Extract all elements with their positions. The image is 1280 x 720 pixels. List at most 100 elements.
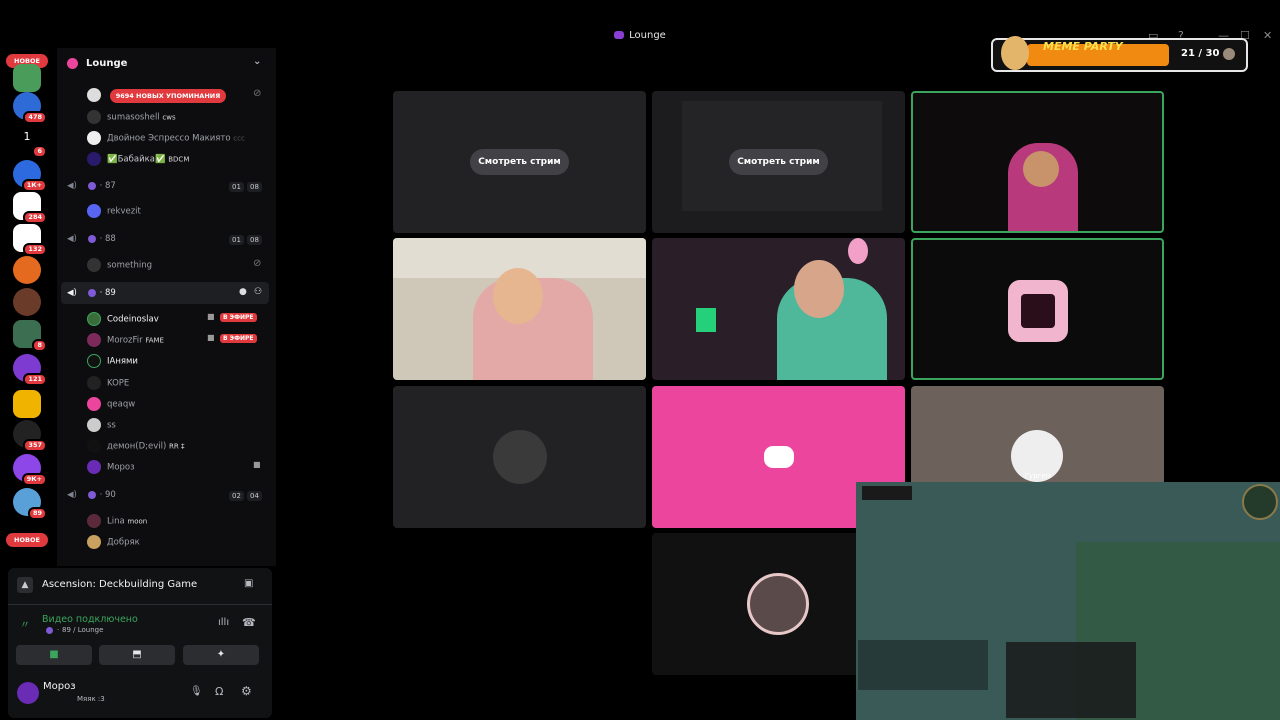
server-icon[interactable]: 357 — [13, 420, 47, 452]
game-stream-popout[interactable] — [856, 482, 1280, 720]
voice-member[interactable]: qeaqw — [87, 397, 135, 411]
meme-party-widget[interactable]: MEME PARTY 21 / 30 — [991, 36, 1248, 72]
headphones-icon[interactable]: Ω — [215, 685, 223, 698]
stream-tile[interactable]: Смотреть стрим — [393, 91, 646, 233]
voice-member[interactable]: Двойное Эспрессо Макиято ccc — [87, 131, 245, 145]
server-icon[interactable]: 132 — [13, 224, 47, 256]
chat-icon[interactable]: ● — [239, 287, 247, 297]
close-icon[interactable]: ✕ — [1263, 29, 1272, 42]
avatar-tile[interactable] — [393, 386, 646, 528]
member-tag: FAME — [145, 336, 164, 345]
gamepad-icon: ✦ — [216, 649, 226, 660]
voice-member[interactable]: IАнями — [87, 354, 138, 368]
voice-channel-89[interactable]: ◀) · 89 — [67, 288, 116, 298]
signal-icon: 〃 — [20, 620, 30, 631]
voice-channel-90[interactable]: ◀) · 90 — [67, 490, 116, 500]
voice-member[interactable]: Мороз — [87, 460, 135, 474]
microphone-icon[interactable]: 🎙 — [190, 686, 203, 697]
webcam-face — [1023, 151, 1059, 187]
chevron-down-icon[interactable]: ⌄ — [253, 56, 261, 67]
channel-dot-icon — [46, 627, 53, 634]
avatar — [87, 535, 101, 549]
member-name: демон(D;evil) — [107, 441, 167, 452]
watch-stream-button[interactable]: Смотреть стрим — [729, 149, 828, 175]
watch-stream-button[interactable]: Смотреть стрим — [470, 149, 569, 175]
avatar-tile-speaking[interactable] — [911, 238, 1164, 380]
disconnect-icon[interactable]: ☎ — [242, 616, 256, 629]
muted-icon: ⊘ — [253, 258, 262, 269]
server-heart-icon — [614, 31, 625, 39]
voice-member[interactable]: MorozFir FAME — [87, 333, 164, 347]
noise-suppression-icon[interactable]: ıllı — [218, 617, 229, 628]
video-tile[interactable] — [393, 238, 646, 380]
activity-button[interactable]: ✦ — [183, 645, 259, 665]
voice-member[interactable]: демон(D;evil) RR ‡ — [87, 439, 184, 453]
voice-member[interactable]: Добряк — [87, 535, 140, 549]
server-icon[interactable]: 89 — [13, 488, 47, 520]
server-icon[interactable]: 284 — [13, 192, 47, 224]
webcam-face — [493, 268, 543, 324]
member-count: 01 — [229, 235, 244, 245]
server-icon[interactable]: 9К+ — [13, 454, 47, 486]
server-rail: НОВОЕ 478 16 1К+ 284 132 8 121 357 9К+ 8… — [0, 48, 56, 566]
avatar — [87, 418, 101, 432]
server-icon[interactable] — [13, 64, 41, 92]
camera-icon: ■ — [207, 312, 215, 321]
channel-name: 89 — [104, 288, 116, 298]
mentions-row[interactable]: 9694 НОВЫХ УПОМИНАНИЯ — [87, 88, 227, 103]
voice-member[interactable]: sumasoshell cws — [87, 110, 176, 124]
connection-location[interactable]: 89 / Lounge — [62, 626, 103, 634]
server-header[interactable]: Lounge ⌄ — [57, 48, 276, 80]
camera-button[interactable]: ■ — [16, 645, 92, 665]
avatar — [87, 258, 101, 272]
avatar — [87, 110, 101, 124]
server-icon[interactable]: 1К+ — [13, 160, 47, 192]
action-bars — [1006, 642, 1136, 718]
member-name: rekvezit — [107, 206, 141, 217]
member-limit: 08 — [247, 235, 262, 245]
server-icon[interactable] — [13, 390, 41, 418]
channel-list: Lounge ⌄ 9694 НОВЫХ УПОМИНАНИЯ ⊘ sumasos… — [57, 48, 276, 566]
unit-frame — [862, 486, 912, 500]
user-name: Мороз — [43, 681, 76, 692]
webcam-face — [794, 260, 844, 318]
voice-member[interactable]: Lina moon — [87, 514, 147, 528]
member-name: Добряк — [107, 537, 140, 548]
server-icon[interactable]: 8 — [13, 320, 47, 352]
member-limit: 04 — [247, 491, 262, 501]
member-count: 01 — [229, 182, 244, 192]
screen-share-button[interactable]: ⬒ — [99, 645, 175, 665]
divider — [8, 604, 272, 605]
meme-party-label: MEME PARTY — [1043, 40, 1123, 53]
voice-panel: ▲ Ascension: Deckbuilding Game ▣ 〃 Видео… — [8, 568, 272, 718]
voice-member[interactable]: ss — [87, 418, 116, 432]
member-tag: ccc — [233, 134, 245, 143]
voice-member[interactable]: KOPE — [87, 376, 129, 390]
server-icon[interactable]: 478 — [13, 92, 47, 124]
stream-tile[interactable]: Смотреть стрим — [652, 91, 905, 233]
voice-member[interactable]: ✅Бабайка✅ BDCM — [87, 152, 189, 166]
voice-member[interactable]: something — [87, 258, 152, 272]
voice-member[interactable]: rekvezit — [87, 204, 141, 218]
avatar — [87, 460, 101, 474]
channel-dot-icon — [87, 234, 96, 243]
user-avatar — [493, 430, 547, 484]
video-tile-speaking[interactable] — [911, 91, 1164, 233]
settings-gear-icon[interactable]: ⚙ — [241, 684, 252, 698]
member-tag: RR ‡ — [169, 442, 185, 451]
activity-icon[interactable]: ▣ — [244, 578, 253, 589]
new-pill-bottom[interactable]: НОВОЕ — [6, 533, 48, 547]
voice-member[interactable]: Codeinoslav — [87, 312, 159, 326]
member-tag: cws — [162, 113, 176, 122]
add-user-icon[interactable]: ⚇ — [254, 287, 262, 297]
server-icon[interactable]: 16 — [13, 126, 47, 158]
live-badge: В ЭФИРЕ — [220, 313, 257, 322]
video-tile[interactable] — [652, 238, 905, 380]
user-avatar[interactable] — [17, 682, 39, 704]
member-count: 02 — [229, 491, 244, 501]
channel-dot-icon — [87, 181, 96, 190]
server-icon[interactable]: 121 — [13, 354, 47, 386]
server-icon[interactable] — [13, 288, 41, 316]
server-icon[interactable] — [13, 256, 41, 284]
screen-share-icon: ⬒ — [132, 649, 142, 660]
